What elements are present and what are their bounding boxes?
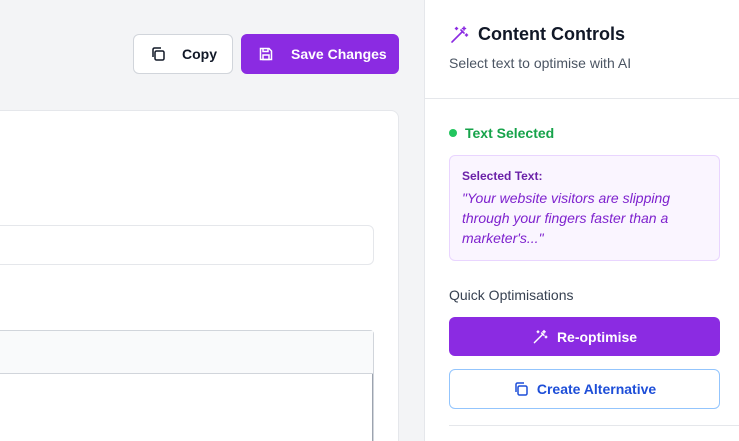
editor-toolbar: Copy Save Changes bbox=[133, 34, 399, 74]
panel-header: Content Controls Select text to optimise… bbox=[425, 0, 739, 99]
copy-button-label: Copy bbox=[182, 46, 217, 62]
floppy-disk-icon bbox=[258, 46, 274, 62]
create-alternative-label: Create Alternative bbox=[536, 381, 657, 397]
section-divider bbox=[449, 425, 739, 426]
status-dot bbox=[449, 129, 457, 137]
copy-icon bbox=[513, 381, 529, 397]
rich-text-toolbar bbox=[0, 331, 373, 374]
content-controls-panel: Content Controls Select text to optimise… bbox=[424, 0, 739, 441]
save-changes-button[interactable]: Save Changes bbox=[241, 34, 399, 74]
selected-text-content: "Your website visitors are slipping thro… bbox=[462, 190, 671, 246]
panel-title-row: Content Controls bbox=[449, 24, 739, 45]
create-alternative-button[interactable]: Create Alternative bbox=[449, 369, 720, 409]
panel-subtitle: Select text to optimise with AI bbox=[449, 55, 632, 71]
selected-text-label: Selected Text: bbox=[462, 169, 543, 183]
editor-area: Copy Save Changes bbox=[0, 0, 424, 441]
status-label: Text Selected bbox=[465, 125, 555, 141]
magic-wand-icon bbox=[449, 25, 469, 45]
panel-title: Content Controls bbox=[478, 24, 625, 44]
re-optimise-label: Re-optimise bbox=[556, 328, 638, 345]
copy-button[interactable]: Copy bbox=[133, 34, 233, 74]
save-changes-label: Save Changes bbox=[291, 46, 387, 62]
quick-optimisations-label: Quick Optimisations bbox=[449, 287, 574, 303]
magic-wand-icon bbox=[532, 329, 548, 345]
selected-text-box: Selected Text: "Your website visitors ar… bbox=[449, 155, 720, 261]
title-input[interactable] bbox=[0, 225, 374, 265]
copy-icon bbox=[150, 46, 166, 62]
rich-text-editor[interactable] bbox=[0, 330, 374, 441]
re-optimise-button[interactable]: Re-optimise bbox=[449, 317, 720, 356]
selection-status: Text Selected bbox=[449, 125, 554, 141]
